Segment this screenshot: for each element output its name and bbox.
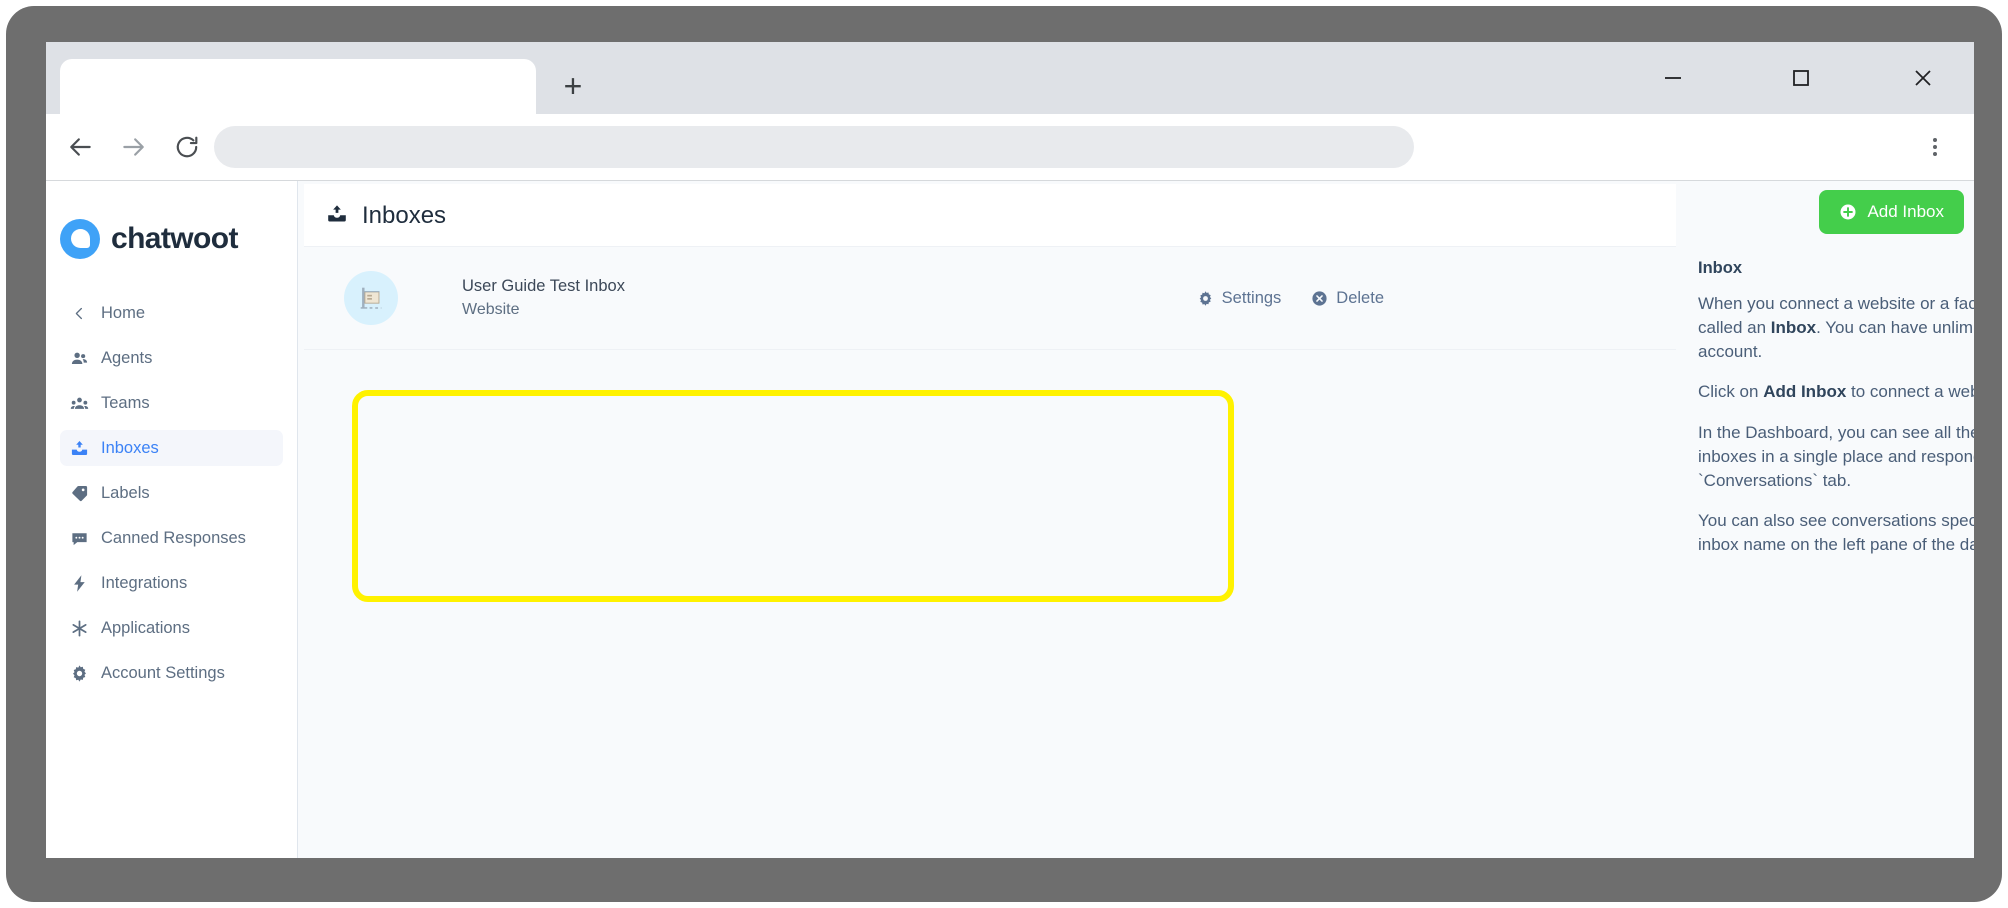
help-panel: Inbox When you connect a website or a fa… xyxy=(1698,259,1974,573)
help-paragraph: Click on Add Inbox to connect a website … xyxy=(1698,380,1974,404)
new-tab-button[interactable]: + xyxy=(552,65,594,107)
reload-icon xyxy=(176,136,198,158)
sidebar-item-integrations[interactable]: Integrations xyxy=(60,565,283,601)
sidebar-item-label: Agents xyxy=(101,348,153,367)
chat-bubble-icon xyxy=(70,529,89,548)
gear-icon xyxy=(1199,290,1211,306)
inbox-icon xyxy=(326,203,348,230)
browser-window: + chatwoot Home Agents Teams Inboxes Lab… xyxy=(46,42,1974,858)
window-maximize-button[interactable] xyxy=(1758,42,1844,114)
website-signboard-icon xyxy=(344,271,398,325)
circle-x-icon xyxy=(1312,290,1327,306)
forward-arrow-icon xyxy=(123,138,144,156)
brand-logo[interactable]: chatwoot xyxy=(46,181,297,259)
sidebar-item-account-settings[interactable]: Account Settings xyxy=(60,655,283,691)
chatwoot-logo-icon xyxy=(60,219,100,259)
help-paragraph: In the Dashboard, you can see all the co… xyxy=(1698,422,1974,490)
panel-header: Inboxes xyxy=(304,184,1676,247)
sidebar-item-label: Integrations xyxy=(101,573,188,592)
sidebar-item-label: Applications xyxy=(101,618,190,637)
inbox-delete-button[interactable]: Delete xyxy=(1311,289,1384,308)
brand-name: chatwoot xyxy=(111,222,238,255)
reload-button[interactable] xyxy=(164,124,210,170)
inbox-list-item[interactable]: User Guide Test Inbox Website Settings D… xyxy=(304,247,1676,350)
inbox-name: User Guide Test Inbox xyxy=(462,277,625,295)
help-title: Inbox xyxy=(1698,259,1742,277)
asterisk-icon xyxy=(70,619,89,638)
add-inbox-button[interactable]: Add Inbox xyxy=(1819,190,1964,234)
kebab-menu-icon xyxy=(1933,138,1937,142)
inbox-list-tail xyxy=(304,350,1676,398)
back-button[interactable] xyxy=(58,124,104,170)
page-title: Inboxes xyxy=(362,202,447,229)
sidebar-item-label: Home xyxy=(101,303,146,322)
inbox-list: User Guide Test Inbox Website Settings D… xyxy=(304,247,1676,398)
help-text-fragment: to connect a website or a Facebook Page. xyxy=(1851,382,1974,402)
address-bar[interactable] xyxy=(214,126,1414,168)
inbox-settings-button[interactable]: Settings xyxy=(1197,288,1282,308)
sidebar-item-label: Inboxes xyxy=(101,438,159,457)
plus-circle-icon xyxy=(1840,204,1856,220)
inboxes-panel: Inboxes User Guide Test Inbox Website Se… xyxy=(304,184,1676,398)
kebab-menu-icon xyxy=(1933,145,1937,149)
agents-icon xyxy=(70,349,89,368)
gear-icon xyxy=(70,664,89,683)
device-frame: + chatwoot Home Agents Teams Inboxes Lab… xyxy=(6,6,2002,902)
help-bold-add-inbox: Add Inbox xyxy=(1763,382,1847,402)
browser-tab[interactable] xyxy=(60,59,536,121)
browser-tab-strip: + xyxy=(46,42,1974,121)
lightning-bolt-icon xyxy=(70,574,89,593)
teams-icon xyxy=(70,394,89,413)
inbox-row-actions: Settings Delete xyxy=(1197,289,1384,308)
help-paragraph: When you connect a website or a facebook… xyxy=(1698,292,1974,364)
inbox-details: User Guide Test Inbox Website xyxy=(462,277,1197,319)
sidebar-item-labels[interactable]: Labels xyxy=(60,475,283,511)
sidebar-item-label: Account Settings xyxy=(101,663,225,682)
forward-button[interactable] xyxy=(110,124,156,170)
new-tab-label: + xyxy=(563,68,583,104)
inbox-icon xyxy=(70,439,89,458)
inbox-settings-label: Settings xyxy=(1221,288,1282,307)
inbox-delete-label: Delete xyxy=(1336,288,1384,307)
minimize-icon xyxy=(1665,77,1681,79)
sidebar-item-agents[interactable]: Agents xyxy=(60,340,283,376)
browser-menu-button[interactable] xyxy=(1916,128,1954,166)
inbox-channel: Website xyxy=(462,301,520,318)
window-minimize-button[interactable] xyxy=(1630,42,1716,114)
sidebar-item-inboxes[interactable]: Inboxes xyxy=(60,430,283,466)
sidebar-nav: Home Agents Teams Inboxes Labels Canned … xyxy=(46,295,297,691)
sidebar-item-home[interactable]: Home xyxy=(60,295,283,331)
sidebar-item-label: Labels xyxy=(101,483,150,502)
window-close-button[interactable] xyxy=(1880,42,1966,114)
sidebar-item-canned-responses[interactable]: Canned Responses xyxy=(60,520,283,556)
help-paragraph: You can also see conversations specific … xyxy=(1698,510,1974,554)
add-inbox-label: Add Inbox xyxy=(1867,202,1944,221)
page-viewport: chatwoot Home Agents Teams Inboxes Label… xyxy=(46,180,1974,858)
close-icon xyxy=(1915,70,1931,86)
browser-toolbar xyxy=(46,114,1974,180)
label-tag-icon xyxy=(70,484,89,503)
sidebar-item-applications[interactable]: Applications xyxy=(60,610,283,646)
back-arrow-icon xyxy=(70,138,91,156)
help-bold-inbox: Inbox xyxy=(1770,318,1817,338)
maximize-icon xyxy=(1793,70,1809,86)
sidebar-item-label: Canned Responses xyxy=(101,528,246,547)
kebab-menu-icon xyxy=(1933,152,1937,156)
sidebar-item-label: Teams xyxy=(101,393,150,412)
sidebar-item-teams[interactable]: Teams xyxy=(60,385,283,421)
app-sidebar: chatwoot Home Agents Teams Inboxes Label… xyxy=(46,181,298,858)
help-text-fragment: Click on xyxy=(1698,382,1764,402)
chevron-left-icon xyxy=(70,304,89,323)
main-content: Add Inbox Inboxes User Guide Test Inbox … xyxy=(298,181,1974,858)
